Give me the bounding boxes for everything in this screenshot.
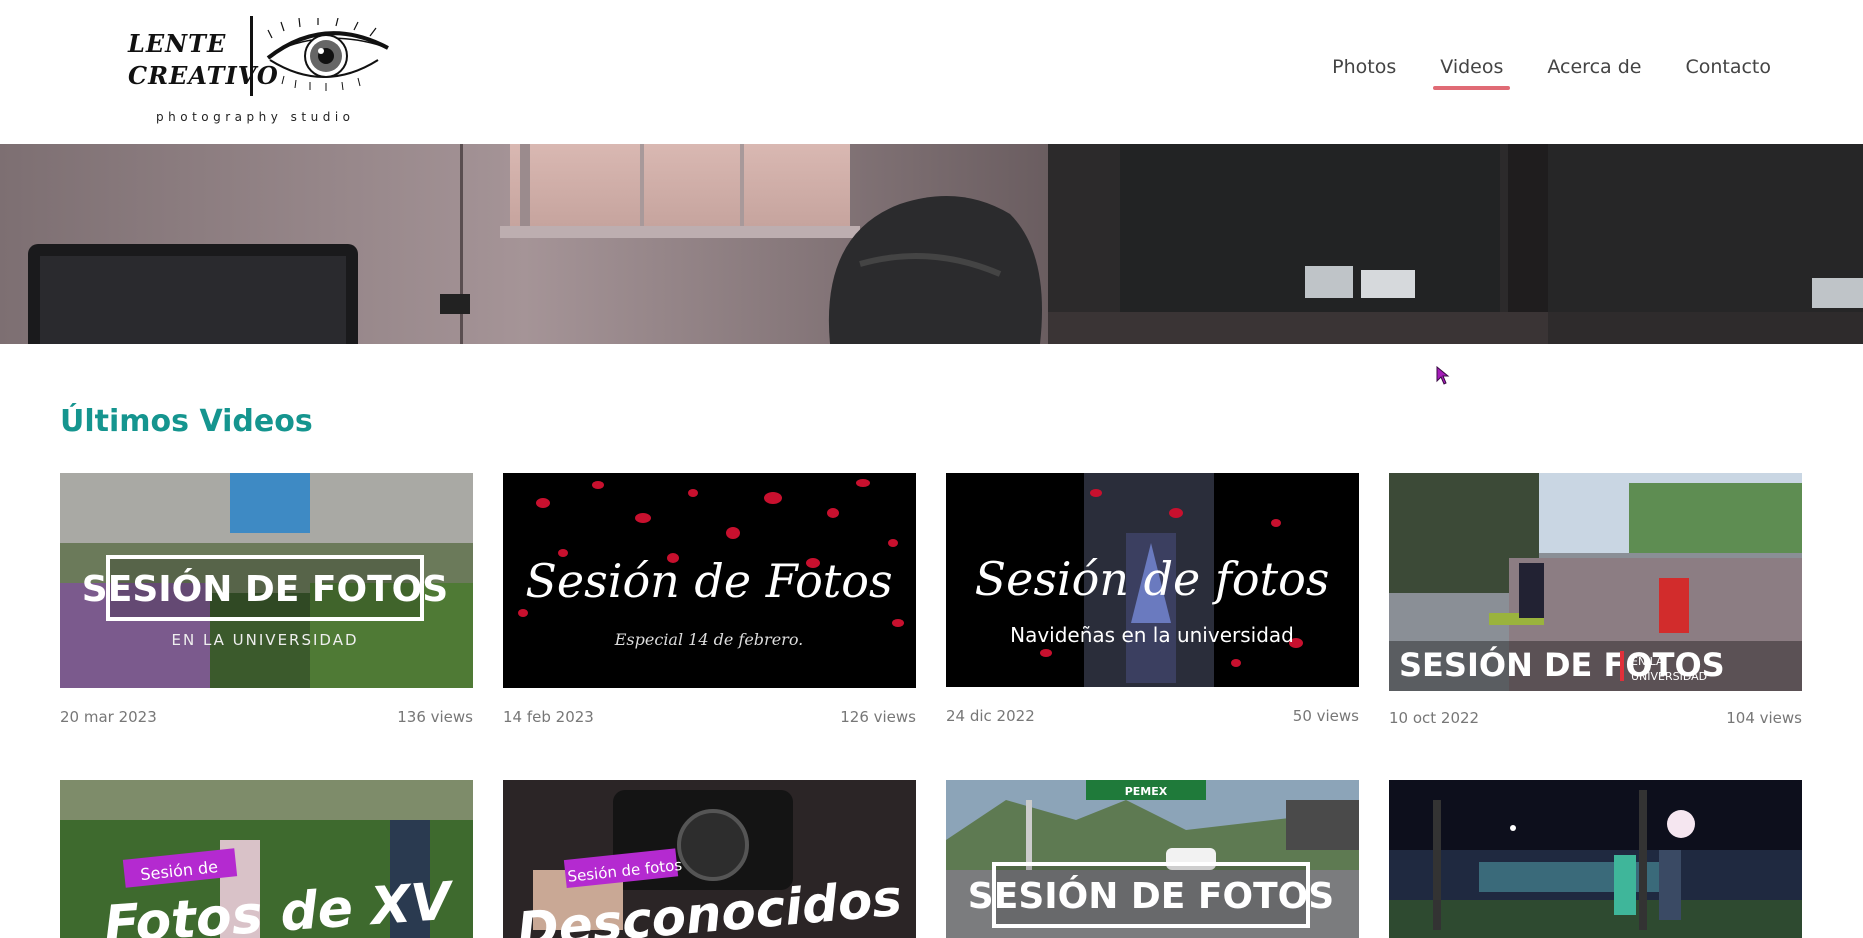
video-thumbnail[interactable]: SESIÓN DE FOTOS EN LA UNIVERSIDAD [1389, 473, 1802, 691]
video-thumbnail[interactable]: Sesión de fotos Desconocidos [503, 780, 916, 938]
video-card[interactable]: Sesión de fotos Navideñas en la universi… [946, 473, 1359, 725]
thumbnail-title: Sesión de fotos [975, 552, 1330, 606]
thumbnail-title: SESIÓN DE FOTOS [82, 568, 448, 610]
brand-line-2: CREATIVO [128, 61, 279, 90]
thumbnail-subtitle-1: EN LA [1631, 655, 1664, 668]
thumbnail-subtitle: Especial 14 de febrero. [614, 630, 804, 649]
sign-text: PEMEX [1125, 785, 1168, 798]
mouse-cursor-icon [1436, 366, 1450, 385]
video-card[interactable] [1389, 780, 1802, 938]
brand-line-1: LENTE [128, 29, 227, 58]
video-thumbnail[interactable]: PEMEX SESIÓN DE FOTOS [946, 780, 1359, 938]
video-views: 136 views [397, 708, 473, 726]
video-card[interactable]: Sesión de Fotos Especial 14 de febrero. … [503, 473, 916, 726]
video-card[interactable]: PEMEX SESIÓN DE FOTOS [946, 780, 1359, 938]
site-header: LENTE CREATIVO photography studio Photos… [0, 0, 1863, 144]
video-date: 24 dic 2022 [946, 707, 1035, 725]
thumbnail-subtitle: EN LA UNIVERSIDAD [171, 631, 358, 649]
video-views: 126 views [840, 708, 916, 726]
nav-contacto[interactable]: Contacto [1663, 56, 1793, 90]
video-thumbnail[interactable]: Sesión de fotos Navideñas en la universi… [946, 473, 1359, 687]
eye-icon [266, 18, 389, 91]
video-date: 14 feb 2023 [503, 708, 594, 726]
brand-subtitle: photography studio [156, 110, 355, 124]
nav-acerca-de[interactable]: Acerca de [1525, 56, 1663, 90]
video-card[interactable]: Sesión de Fotos de XV [60, 780, 473, 938]
thumbnail-subtitle: Navideñas en la universidad [1010, 623, 1294, 647]
video-thumbnail[interactable]: Sesión de Fotos de XV [60, 780, 473, 938]
video-thumbnail[interactable]: SESIÓN DE FOTOS EN LA UNIVERSIDAD [60, 473, 473, 688]
video-date: 10 oct 2022 [1389, 709, 1480, 727]
video-card[interactable]: SESIÓN DE FOTOS EN LA UNIVERSIDAD 10 oct… [1389, 473, 1802, 727]
nav-videos[interactable]: Videos [1418, 56, 1525, 90]
brand-logo[interactable]: LENTE CREATIVO photography studio [128, 14, 396, 132]
thumbnail-title: SESIÓN DE FOTOS [968, 875, 1334, 917]
video-views: 104 views [1726, 709, 1802, 727]
nav-photos[interactable]: Photos [1310, 56, 1418, 90]
video-card[interactable]: SESIÓN DE FOTOS EN LA UNIVERSIDAD 20 mar… [60, 473, 473, 726]
thumbnail-subtitle-2: UNIVERSIDAD [1631, 670, 1707, 683]
brand-wordmark: LENTE CREATIVO [128, 28, 279, 92]
hero-banner-image [0, 144, 1863, 344]
thumbnail-title: Sesión de Fotos [525, 554, 892, 608]
logo-divider [250, 16, 253, 96]
video-thumbnail[interactable]: Sesión de Fotos Especial 14 de febrero. [503, 473, 916, 688]
video-date: 20 mar 2023 [60, 708, 157, 726]
section-title: Últimos Videos [60, 404, 313, 439]
video-thumbnail[interactable] [1389, 780, 1802, 938]
video-views: 50 views [1292, 707, 1359, 725]
main-nav: Photos Videos Acerca de Contacto [1310, 56, 1793, 90]
video-card[interactable]: Sesión de fotos Desconocidos [503, 780, 916, 938]
